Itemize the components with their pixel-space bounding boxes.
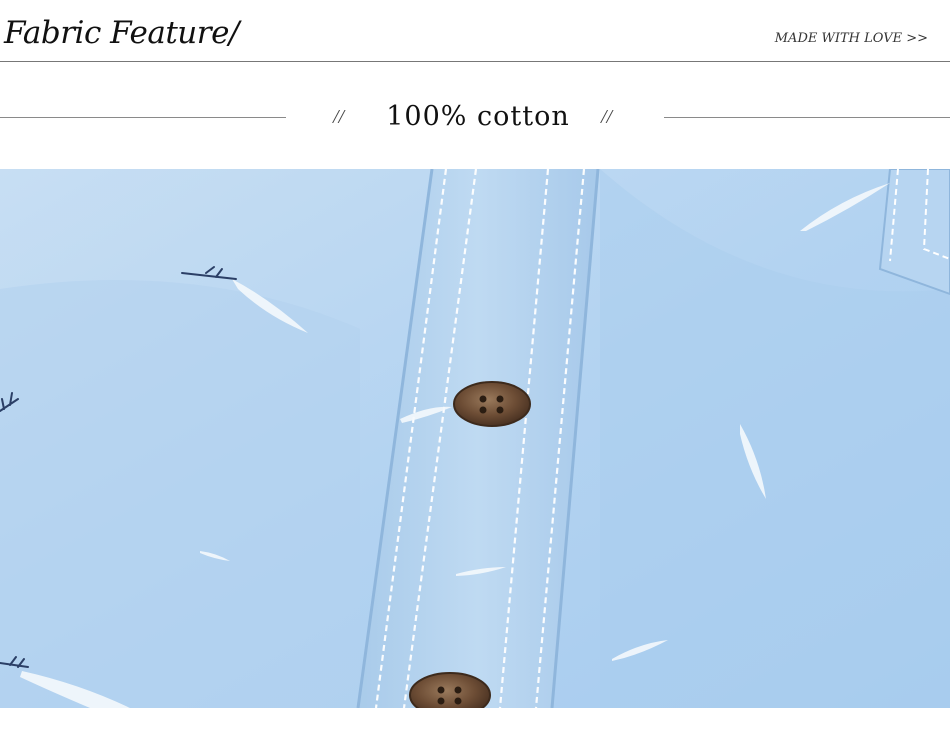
button-icon (409, 672, 491, 708)
button-icon (453, 381, 531, 427)
fabric-illustration (0, 169, 950, 708)
divider-line-right (664, 117, 950, 118)
divider-mark-right: // (601, 106, 613, 128)
fabric-photo (0, 169, 950, 708)
page-header: Fabric Feature/ MADE WITH LOVE >> (0, 0, 950, 62)
divider-line-left (0, 117, 286, 118)
section-title: Fabric Feature/ (4, 15, 239, 51)
fabric-label: 100% cotton (386, 101, 570, 132)
header-divider (0, 61, 950, 62)
tagline-link[interactable]: MADE WITH LOVE >> (775, 31, 928, 46)
feature-heading: // 100% cotton // (0, 95, 950, 145)
